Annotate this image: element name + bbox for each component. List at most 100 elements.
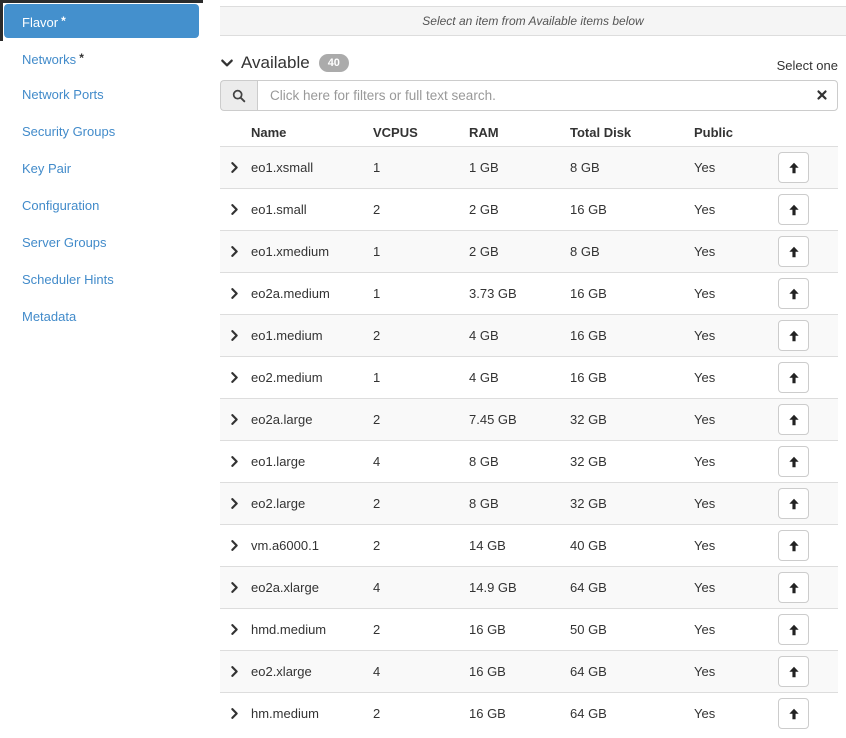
chevron-right-icon <box>231 288 238 299</box>
flavor-total-disk: 32 GB <box>570 412 607 427</box>
allocate-flavor-button[interactable] <box>778 278 809 309</box>
flavor-actions-cell <box>778 656 838 687</box>
flavor-total-disk: 32 GB <box>570 454 607 469</box>
allocate-flavor-button[interactable] <box>778 614 809 645</box>
expand-row-button[interactable] <box>220 287 251 300</box>
collapse-available-button[interactable] <box>220 56 234 70</box>
table-body: eo1.xsmall 1 1 GB 8 GB Yes eo1.small 2 2… <box>220 146 838 734</box>
allocate-flavor-button[interactable] <box>778 362 809 393</box>
allocate-flavor-button[interactable] <box>778 446 809 477</box>
allocate-flavor-button[interactable] <box>778 698 809 729</box>
search-box <box>257 80 838 111</box>
flavor-total-disk: 8 GB <box>570 244 600 259</box>
sidebar-item-network-ports[interactable]: Network Ports* <box>4 78 199 112</box>
flavor-total-disk: 16 GB <box>570 202 607 217</box>
table-header-row: Name VCPUS RAM Total Disk Public <box>220 119 838 146</box>
flavor-actions-cell <box>778 446 838 477</box>
arrow-up-icon <box>788 288 799 299</box>
flavor-ram: 16 GB <box>469 622 506 637</box>
allocate-flavor-button[interactable] <box>778 236 809 267</box>
expand-row-button[interactable] <box>220 455 251 468</box>
sidebar-item-configuration[interactable]: Configuration* <box>4 189 199 223</box>
flavor-total-disk: 50 GB <box>570 622 607 637</box>
column-header-name: Name <box>251 125 287 140</box>
expand-row-button[interactable] <box>220 707 251 720</box>
flavor-actions-cell <box>778 698 838 729</box>
search-input[interactable] <box>257 80 838 111</box>
allocate-flavor-button[interactable] <box>778 656 809 687</box>
flavor-total-disk: 64 GB <box>570 664 607 679</box>
arrow-up-icon <box>788 246 799 257</box>
allocate-flavor-button[interactable] <box>778 530 809 561</box>
flavor-vcpus: 1 <box>373 244 381 259</box>
allocate-flavor-button[interactable] <box>778 194 809 225</box>
page-background-edge-left <box>0 0 3 41</box>
expand-row-button[interactable] <box>220 413 251 426</box>
expand-row-button[interactable] <box>220 539 251 552</box>
page-background-edge-top <box>0 0 203 3</box>
flavor-vcpus: 2 <box>373 496 381 511</box>
search-icon <box>232 89 246 102</box>
expand-row-button[interactable] <box>220 665 251 678</box>
sidebar-item-metadata[interactable]: Metadata* <box>4 300 199 334</box>
allocate-flavor-button[interactable] <box>778 404 809 435</box>
flavor-row: eo2a.medium 1 3.73 GB 16 GB Yes <box>220 272 838 314</box>
arrow-up-icon <box>788 162 799 173</box>
flavor-step-content: Select an item from Available items belo… <box>220 0 846 734</box>
flavor-name: eo1.medium <box>251 328 323 343</box>
required-asterisk: * <box>61 14 66 28</box>
expand-row-button[interactable] <box>220 329 251 342</box>
allocate-flavor-button[interactable] <box>778 320 809 351</box>
allocate-flavor-button[interactable] <box>778 488 809 519</box>
flavor-actions-cell <box>778 614 838 645</box>
sidebar-item-key-pair[interactable]: Key Pair* <box>4 152 199 186</box>
sidebar-item-flavor[interactable]: Flavor * <box>4 4 199 38</box>
expand-row-button[interactable] <box>220 245 251 258</box>
flavor-total-disk: 16 GB <box>570 328 607 343</box>
sidebar-item-label: Server Groups <box>22 235 107 250</box>
flavor-actions-cell <box>778 278 838 309</box>
flavor-row: eo2.medium 1 4 GB 16 GB Yes <box>220 356 838 398</box>
flavor-actions-cell <box>778 236 838 267</box>
expand-row-button[interactable] <box>220 161 251 174</box>
chevron-right-icon <box>231 162 238 173</box>
sidebar-item-security-groups[interactable]: Security Groups* <box>4 115 199 149</box>
flavor-row: eo2.xlarge 4 16 GB 64 GB Yes <box>220 650 838 692</box>
expand-row-button[interactable] <box>220 497 251 510</box>
flavor-name: eo1.large <box>251 454 306 469</box>
allocate-flavor-button[interactable] <box>778 152 809 183</box>
available-title: Available <box>241 53 310 72</box>
flavor-name: hm.medium <box>251 706 319 721</box>
filter-search-bar <box>220 80 838 111</box>
flavor-public: Yes <box>694 580 716 595</box>
flavor-public: Yes <box>694 202 716 217</box>
flavor-row: eo1.medium 2 4 GB 16 GB Yes <box>220 314 838 356</box>
allocate-flavor-button[interactable] <box>778 572 809 603</box>
flavor-name: eo2a.medium <box>251 286 330 301</box>
sidebar-item-networks[interactable]: Networks * <box>4 41 199 75</box>
available-flavors-table: Name VCPUS RAM Total Disk Public eo1.xsm… <box>220 119 838 734</box>
flavor-ram: 16 GB <box>469 706 506 721</box>
flavor-row: eo1.large 4 8 GB 32 GB Yes <box>220 440 838 482</box>
flavor-total-disk: 8 GB <box>570 160 600 175</box>
expand-row-button[interactable] <box>220 203 251 216</box>
flavor-public: Yes <box>694 706 716 721</box>
expand-row-button[interactable] <box>220 623 251 636</box>
clear-search-button[interactable] <box>816 89 828 101</box>
chevron-right-icon <box>231 540 238 551</box>
flavor-name: eo1.xmedium <box>251 244 330 259</box>
flavor-vcpus: 2 <box>373 538 381 553</box>
sidebar-item-server-groups[interactable]: Server Groups* <box>4 226 199 260</box>
sidebar-item-label: Flavor <box>22 15 59 30</box>
flavor-ram: 8 GB <box>469 454 499 469</box>
expand-row-button[interactable] <box>220 581 251 594</box>
flavor-actions-cell <box>778 572 838 603</box>
flavor-vcpus: 1 <box>373 286 381 301</box>
flavor-ram: 7.45 GB <box>469 412 517 427</box>
chevron-right-icon <box>231 582 238 593</box>
flavor-actions-cell <box>778 194 838 225</box>
column-header-total-disk: Total Disk <box>570 125 632 140</box>
expand-row-button[interactable] <box>220 371 251 384</box>
available-count-badge: 40 <box>318 54 349 72</box>
sidebar-item-scheduler-hints[interactable]: Scheduler Hints* <box>4 263 199 297</box>
